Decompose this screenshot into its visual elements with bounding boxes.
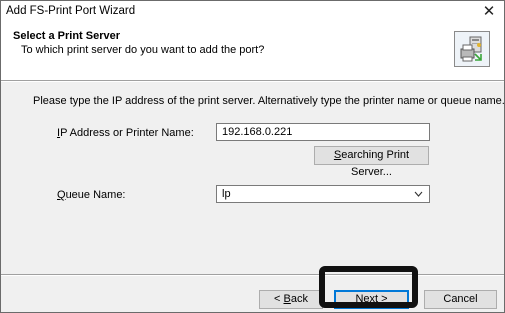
wizard-window: Add FS-Print Port Wizard ✕ Select a Prin… (0, 0, 505, 313)
next-button[interactable]: Next > (334, 290, 409, 309)
close-icon[interactable]: ✕ (474, 1, 504, 23)
cancel-button[interactable]: Cancel (424, 290, 497, 309)
wizard-header: Select a Print Server To which print ser… (1, 23, 504, 80)
queue-name-value: lp (222, 188, 231, 200)
ip-address-input[interactable] (216, 123, 430, 141)
queue-name-combobox[interactable]: lp (216, 185, 430, 203)
back-button[interactable]: < Back (259, 290, 323, 309)
title-bar: Add FS-Print Port Wizard ✕ (1, 1, 504, 23)
instruction-text: Please type the IP address of the print … (33, 95, 505, 107)
page-subtitle: To which print server do you want to add… (21, 44, 265, 56)
searching-print-server-button[interactable]: Searching Print Server... (314, 146, 429, 178)
chevron-down-icon[interactable] (414, 189, 423, 199)
queue-name-label: Queue Name: (57, 189, 126, 201)
window-title: Add FS-Print Port Wizard (6, 5, 136, 17)
page-title: Select a Print Server (13, 30, 121, 42)
printer-server-icon (454, 31, 490, 67)
ip-address-label: IP Address or Printer Name: (57, 127, 194, 139)
